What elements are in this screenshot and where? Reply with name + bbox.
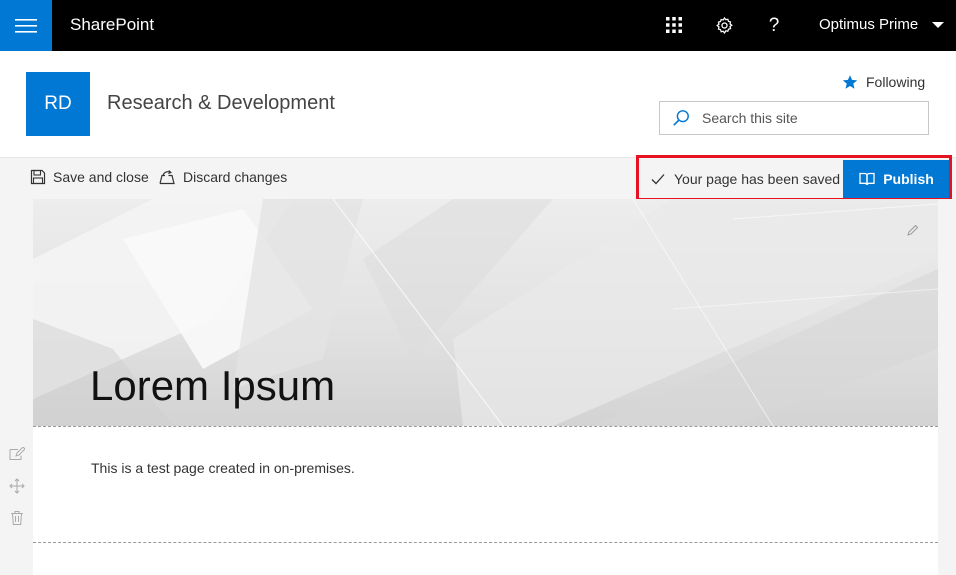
move-icon — [9, 478, 25, 494]
search-icon — [673, 110, 689, 126]
command-bar: Save and close Discard changes Your page… — [0, 157, 956, 199]
save-icon — [30, 169, 46, 185]
discard-icon — [159, 170, 175, 185]
page-title[interactable]: Lorem Ipsum — [90, 362, 335, 410]
delete-webpart-button[interactable] — [8, 509, 26, 527]
following-button[interactable]: Following — [842, 74, 925, 90]
trash-icon — [11, 511, 23, 525]
app-brand[interactable]: SharePoint — [70, 15, 154, 35]
page-content: Lorem Ipsum This is a test page created … — [33, 199, 938, 575]
app-launcher-icon — [666, 17, 682, 33]
publish-label: Publish — [883, 171, 934, 187]
search-input[interactable] — [702, 110, 922, 126]
site-header: RD Research & Development Following — [0, 51, 956, 157]
page-canvas: Lorem Ipsum This is a test page created … — [0, 199, 956, 575]
hamburger-menu-button[interactable] — [0, 0, 52, 51]
book-icon — [859, 172, 875, 186]
edit-section-icon[interactable] — [906, 223, 920, 237]
help-icon: ? — [768, 14, 780, 36]
text-web-part[interactable]: This is a test page created in on-premis… — [91, 460, 355, 476]
save-status: Your page has been saved — [651, 171, 840, 187]
help-button[interactable]: ? — [761, 12, 787, 38]
checkmark-icon — [651, 174, 665, 185]
move-webpart-button[interactable] — [8, 477, 26, 495]
hamburger-icon — [15, 18, 37, 33]
section-divider-top — [33, 426, 938, 427]
title-area[interactable]: Lorem Ipsum — [33, 199, 938, 426]
app-launcher-button[interactable] — [661, 12, 687, 38]
gear-icon — [715, 16, 733, 34]
edit-webpart-button[interactable] — [8, 445, 26, 463]
suite-bar: SharePoint ? Optimus Prime — [0, 0, 956, 51]
following-label: Following — [866, 74, 926, 90]
site-logo[interactable]: RD — [26, 72, 90, 136]
star-icon — [842, 75, 858, 89]
discard-changes-label: Discard changes — [183, 169, 288, 185]
site-title[interactable]: Research & Development — [107, 92, 335, 115]
section-divider-bottom — [33, 542, 938, 543]
save-status-text: Your page has been saved — [674, 171, 841, 187]
chevron-down-icon[interactable] — [932, 22, 944, 28]
save-and-close-button[interactable]: Save and close — [30, 169, 149, 185]
publish-button[interactable]: Publish — [843, 160, 950, 198]
save-and-close-label: Save and close — [53, 169, 149, 185]
settings-button[interactable] — [711, 12, 737, 38]
site-search-box[interactable] — [659, 101, 929, 135]
user-name[interactable]: Optimus Prime — [819, 16, 918, 33]
pencil-icon — [9, 447, 25, 460]
discard-changes-button[interactable]: Discard changes — [158, 169, 287, 185]
